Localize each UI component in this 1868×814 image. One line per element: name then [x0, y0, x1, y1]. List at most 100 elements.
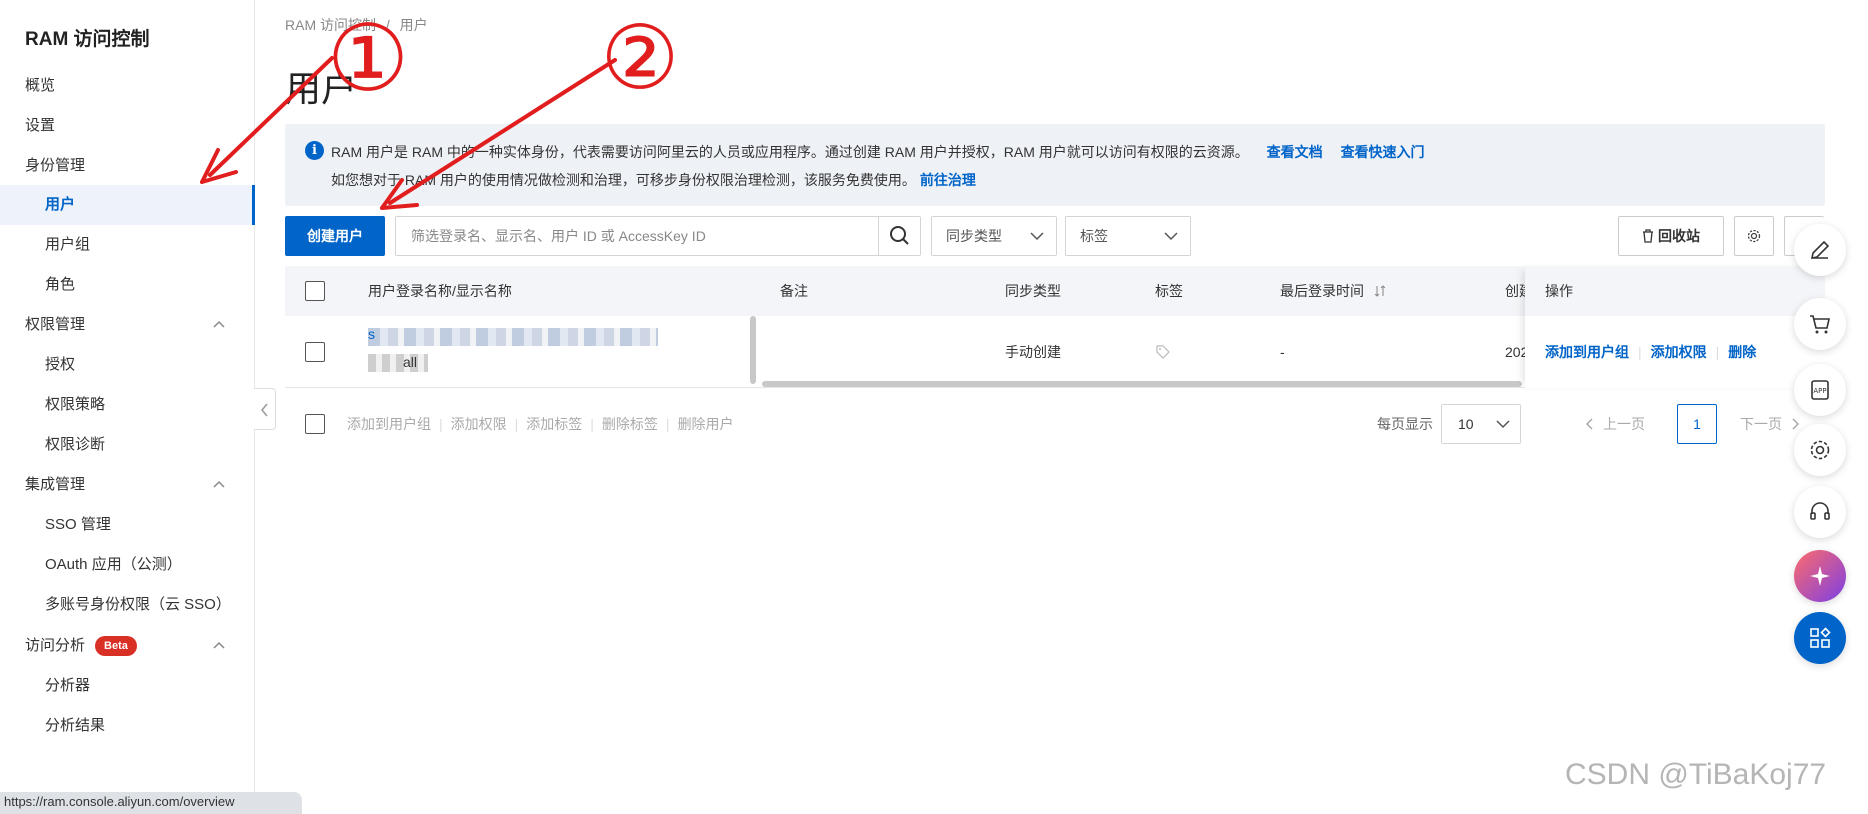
bulk-add-to-group[interactable]: 添加到用户组: [347, 416, 431, 432]
add-to-group-link[interactable]: 添加到用户组: [1545, 344, 1629, 360]
sidebar-group-identity[interactable]: 身份管理: [25, 146, 255, 186]
breadcrumb-root[interactable]: RAM 访问控制: [285, 17, 376, 33]
bulk-add-tag[interactable]: 添加标签: [526, 416, 582, 432]
sidebar-group-access-analysis[interactable]: 访问分析 Beta: [25, 626, 255, 666]
col-last-login[interactable]: 最后登录时间: [1280, 266, 1386, 316]
display-name-fragment: all: [403, 354, 418, 370]
sidebar-item-analysis-results[interactable]: 分析结果: [45, 706, 255, 746]
sync-type-select[interactable]: 同步类型: [931, 216, 1057, 256]
sidebar-item-policies[interactable]: 权限策略: [45, 385, 255, 425]
view-docs-link[interactable]: 查看文档: [1267, 144, 1323, 160]
redacted-username: [368, 328, 658, 346]
support-button[interactable]: [1794, 486, 1846, 538]
sidebar-group-integration[interactable]: 集成管理: [25, 465, 255, 505]
sidebar-item-cloud-sso[interactable]: 多账号身份权限（云 SSO）: [45, 585, 255, 625]
info-line-2: 如您想对于 RAM 用户的使用情况做检测和治理，可移步身份权限治理检测，该服务免…: [331, 170, 976, 190]
separator: |: [1715, 344, 1720, 360]
status-url: https://ram.console.aliyun.com/overview: [0, 792, 302, 814]
next-page-button[interactable]: 下一页: [1740, 400, 1800, 448]
sidebar-group-label: 集成管理: [25, 476, 86, 493]
prev-page-button[interactable]: 上一页: [1585, 400, 1645, 448]
tag-select[interactable]: 标签: [1065, 216, 1191, 256]
chevron-up-icon: [213, 641, 225, 649]
footer-select-all-checkbox[interactable]: [305, 414, 325, 434]
sidebar-item-analyzer[interactable]: 分析器: [45, 666, 255, 706]
sidebar-group-label: 访问分析: [25, 637, 86, 654]
apps-menu-button[interactable]: [1794, 612, 1846, 664]
vertical-scrollbar[interactable]: [750, 316, 756, 384]
sidebar-item-grants[interactable]: 授权: [45, 345, 255, 385]
sidebar-item-roles[interactable]: 角色: [45, 265, 255, 305]
search-button[interactable]: [878, 217, 920, 255]
settings-button[interactable]: [1794, 424, 1846, 476]
horizontal-scrollbar[interactable]: [762, 381, 1522, 387]
bulk-add-permission[interactable]: 添加权限: [451, 416, 507, 432]
sidebar: RAM 访问控制 概览 设置 身份管理 用户 用户组 角色 权限管理 授权 权限…: [0, 0, 255, 808]
sparkle-icon: [1810, 566, 1830, 586]
separator: |: [1638, 344, 1642, 360]
grid-icon: [1810, 627, 1831, 648]
search-input[interactable]: 筛选登录名、显示名、用户 ID 或 AccessKey ID: [411, 217, 706, 255]
page-number-current[interactable]: 1: [1677, 404, 1717, 444]
next-page-label: 下一页: [1740, 416, 1782, 432]
chevron-up-icon: [213, 320, 225, 328]
recycle-bin-button[interactable]: 回收站: [1618, 216, 1724, 256]
col-sync-type: 同步类型: [1005, 283, 1061, 299]
table-settings-button[interactable]: [1734, 216, 1774, 256]
separator: |: [590, 416, 594, 432]
tag-select-label: 标签: [1080, 228, 1108, 244]
chevron-right-icon: [1792, 418, 1800, 430]
sidebar-group-label: 权限管理: [25, 316, 86, 333]
info-text-2: 如您想对于 RAM 用户的使用情况做检测和治理，可移步身份权限治理检测，该服务免…: [331, 172, 916, 188]
bulk-remove-tag[interactable]: 删除标签: [602, 416, 658, 432]
chevron-down-icon: [1030, 232, 1044, 241]
recycle-bin-label: 回收站: [1658, 228, 1700, 244]
row-actions: 添加到用户组 | 添加权限 | 删除: [1525, 316, 1825, 388]
sidebar-item-sso[interactable]: SSO 管理: [45, 505, 255, 545]
separator: |: [439, 416, 443, 432]
select-all-checkbox[interactable]: [305, 281, 325, 301]
breadcrumb-separator: /: [385, 17, 390, 33]
sidebar-item-settings[interactable]: 设置: [25, 106, 255, 146]
search-icon: [890, 226, 909, 245]
sidebar-item-diagnosis[interactable]: 权限诊断: [45, 425, 255, 465]
govern-link[interactable]: 前往治理: [920, 172, 976, 188]
sidebar-collapse-button[interactable]: [254, 388, 276, 430]
edit-icon: [1810, 240, 1830, 260]
search-box: 筛选登录名、显示名、用户 ID 或 AccessKey ID: [395, 216, 921, 256]
beta-badge: Beta: [95, 636, 137, 656]
separator: |: [665, 416, 670, 432]
per-page-select[interactable]: 10: [1441, 404, 1521, 444]
sidebar-item-overview[interactable]: 概览: [25, 66, 255, 106]
bulk-actions: 添加到用户组 | 添加权限 | 添加标签 | 删除标签 | 删除用户: [347, 400, 734, 448]
sidebar-item-oauth[interactable]: OAuth 应用（公测）: [45, 545, 255, 585]
info-line-1: RAM 用户是 RAM 中的一种实体身份，代表需要访问阿里云的人员或应用程序。通…: [331, 142, 1425, 162]
col-username: 用户登录名称/显示名称: [368, 283, 512, 299]
row-checkbox[interactable]: [305, 342, 325, 362]
per-page-label: 每页显示: [1377, 416, 1433, 432]
col-operations: 操作: [1525, 266, 1825, 316]
add-permission-link[interactable]: 添加权限: [1651, 344, 1707, 360]
col-last-login-label: 最后登录时间: [1280, 283, 1364, 299]
sidebar-item-users[interactable]: 用户: [0, 185, 255, 225]
quickstart-link[interactable]: 查看快速入门: [1341, 144, 1425, 160]
prev-page-label: 上一页: [1603, 416, 1645, 432]
gear-icon: [1810, 440, 1830, 460]
feedback-button[interactable]: [1794, 224, 1846, 276]
gear-icon: [1747, 229, 1761, 243]
sidebar-item-user-groups[interactable]: 用户组: [45, 225, 255, 265]
delete-link[interactable]: 删除: [1728, 344, 1756, 360]
create-user-button[interactable]: 创建用户: [285, 216, 385, 256]
cart-icon: [1810, 315, 1830, 334]
cart-button[interactable]: [1794, 298, 1846, 350]
tag-icon: [1156, 345, 1170, 359]
app-button[interactable]: APP: [1794, 364, 1846, 416]
trash-icon: [1643, 229, 1653, 243]
ai-assistant-button[interactable]: [1794, 550, 1846, 602]
sidebar-group-permissions[interactable]: 权限管理: [25, 305, 255, 345]
username-fragment[interactable]: s: [368, 326, 375, 342]
cell-tags[interactable]: [1155, 316, 1171, 388]
bulk-delete-user[interactable]: 删除用户: [678, 416, 734, 432]
chevron-left-icon: [261, 403, 268, 417]
watermark: CSDN @TiBaKoj77: [1565, 758, 1827, 791]
